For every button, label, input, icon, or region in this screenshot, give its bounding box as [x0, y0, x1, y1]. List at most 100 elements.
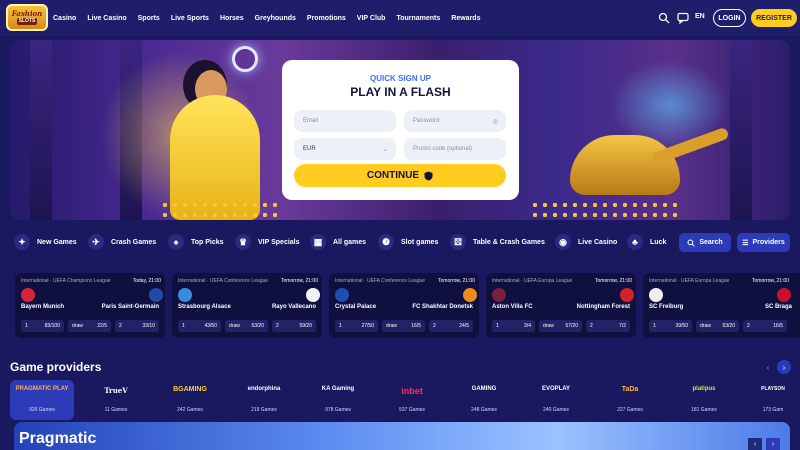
currency-select[interactable]: EUR ⌄ — [294, 138, 396, 160]
category-all-games[interactable]: ▦ All games — [310, 231, 366, 253]
away-team-crest — [463, 288, 477, 302]
email-field[interactable]: Email — [294, 110, 396, 132]
home-team: Crystal Palace — [335, 304, 377, 310]
odds-home[interactable]: 1 39/50 — [649, 320, 692, 332]
odds-away[interactable]: 2 59/20 — [272, 320, 316, 332]
nav-promotions[interactable]: Promotions — [307, 15, 346, 22]
providers-section-title: Game providers — [10, 360, 102, 374]
site-logo[interactable]: Fashion SLOTS — [6, 4, 48, 31]
continue-button[interactable]: CONTINUE — [294, 164, 506, 187]
nav-vip-club[interactable]: VIP Club — [357, 15, 386, 22]
match-card[interactable]: International · UEFA Europa League Tomorr… — [486, 273, 636, 338]
away-team-crest — [149, 288, 163, 302]
away-team: Rayo Vallecano — [271, 304, 316, 310]
category-new-games[interactable]: ✦ New Games — [14, 231, 77, 253]
category-table-crash-games[interactable]: ⚄ Table & Crash Games — [450, 231, 545, 253]
signup-title: PLAY IN A FLASH — [350, 85, 451, 99]
away-team-crest — [306, 288, 320, 302]
provider-tile-inbet[interactable]: inbet 537 Games — [380, 380, 444, 420]
match-card[interactable]: International · UEFA Conference League To… — [329, 273, 479, 338]
home-team-crest — [649, 288, 663, 302]
odds-away[interactable]: 2 33/10 — [115, 320, 159, 332]
rocket-icon: ✈ — [88, 234, 104, 250]
palace-pillar — [30, 40, 52, 220]
providers-button[interactable]: ☰ Providers — [737, 233, 790, 252]
shield-icon — [424, 171, 433, 180]
category-crash-games[interactable]: ✈ Crash Games — [88, 231, 156, 253]
match-card[interactable]: International · UEFA Conference League To… — [172, 273, 322, 338]
search-icon — [687, 239, 695, 247]
home-team-crest — [335, 288, 349, 302]
provider-tile-truev[interactable]: TrueV 11 Games — [84, 380, 148, 420]
nav-sports[interactable]: Sports — [138, 15, 160, 22]
away-team: Paris Saint-Germain — [101, 304, 159, 310]
match-card[interactable]: International · UEFA Europa League Tomorr… — [643, 273, 800, 338]
list-icon: ☰ — [742, 239, 749, 247]
odds-away[interactable]: 2 16/5 — [743, 320, 787, 332]
provider-tile-playson[interactable]: PLAYSON 173 Gam — [746, 380, 800, 420]
odds-draw[interactable]: draw 53/20 — [225, 320, 268, 332]
provider-banner-title: Pragmatic — [19, 430, 97, 447]
password-field[interactable]: Password ◎ — [404, 110, 506, 132]
chevron-left-icon[interactable]: ‹ — [761, 360, 775, 374]
provider-tile-endorphina[interactable]: endorphina 219 Games — [232, 380, 296, 420]
away-team: Nottingham Forest — [576, 304, 630, 310]
home-team-crest — [178, 288, 192, 302]
category-top-picks[interactable]: ♠ Top Picks — [168, 231, 224, 253]
provider-tile-evoplay[interactable]: EVOPLAY 240 Games — [524, 380, 588, 420]
odds-draw[interactable]: draw 22/5 — [68, 320, 111, 332]
provider-tile-pragmatic[interactable]: PRAGMATIC PLAY 926 Games — [10, 380, 74, 420]
provider-tile-ka-gaming[interactable]: KA Gaming 978 Games — [306, 380, 370, 420]
odds-home[interactable]: 1 27/50 — [335, 320, 378, 332]
category-luck[interactable]: ♣ Luck — [627, 231, 666, 253]
odds-draw[interactable]: draw 53/20 — [696, 320, 739, 332]
odds-draw[interactable]: draw 57/20 — [539, 320, 582, 332]
banner-next-icon[interactable]: › — [766, 438, 780, 450]
away-team-crest — [620, 288, 634, 302]
away-team-crest — [777, 288, 791, 302]
category-vip-specials[interactable]: ♛ VIP Specials — [235, 231, 300, 253]
nav-rewards[interactable]: Rewards — [451, 15, 480, 22]
search-button[interactable]: Search — [679, 233, 731, 252]
palace-pillar — [730, 40, 752, 220]
chevron-right-icon[interactable]: › — [777, 360, 791, 374]
nav-tournaments[interactable]: Tournaments — [396, 15, 440, 22]
category-slot-games[interactable]: ❼ Slot games — [378, 231, 438, 253]
moon-illustration — [232, 46, 258, 72]
register-button[interactable]: REGISTER — [751, 9, 797, 27]
odds-home[interactable]: 1 43/50 — [178, 320, 221, 332]
odds-away[interactable]: 2 24/5 — [429, 320, 473, 332]
odds-home[interactable]: 1 3/4 — [492, 320, 535, 332]
crown-icon: ♛ — [235, 234, 251, 250]
promo-code-field[interactable]: Promo code (optional) — [404, 138, 506, 160]
match-card[interactable]: International · UEFA Champions League Tod… — [15, 273, 165, 338]
provider-tile-tada[interactable]: TaDa 227 Games — [598, 380, 662, 420]
home-team: Strasbourg Alsace — [178, 304, 231, 310]
odds-draw[interactable]: draw 16/5 — [382, 320, 425, 332]
home-team-crest — [492, 288, 506, 302]
nav-casino[interactable]: Casino — [53, 15, 76, 22]
provider-tile-gaming[interactable]: GAMING 248 Games — [452, 380, 516, 420]
continue-label: CONTINUE — [366, 170, 420, 181]
search-icon[interactable] — [658, 12, 670, 24]
language-selector[interactable]: EN — [695, 13, 705, 20]
nav-horses[interactable]: Horses — [220, 15, 244, 22]
category-live-casino[interactable]: ◉ Live Casino — [555, 231, 617, 253]
gold-coins — [160, 200, 280, 220]
nav-greyhounds[interactable]: Greyhounds — [255, 15, 296, 22]
password-placeholder: Password — [413, 118, 440, 124]
show-password-icon[interactable]: ◎ — [493, 118, 498, 125]
top-header: Fashion SLOTS Casino Live Casino Sports … — [0, 0, 800, 36]
away-team: FC Shakhtar Donetsk — [412, 304, 473, 310]
provider-tile-bgaming[interactable]: BGAMING 242 Games — [158, 380, 222, 420]
slot-icon: ❼ — [378, 234, 394, 250]
provider-tile-platipus[interactable]: platipus 181 Games — [672, 380, 736, 420]
odds-home[interactable]: 1 83/100 — [21, 320, 64, 332]
odds-away[interactable]: 2 7/2 — [586, 320, 630, 332]
banner-prev-icon[interactable]: ‹ — [748, 438, 762, 450]
login-button[interactable]: LOGIN — [713, 9, 746, 27]
signup-form: QUICK SIGN UP PLAY IN A FLASH Email Pass… — [282, 60, 519, 200]
nav-live-casino[interactable]: Live Casino — [87, 15, 126, 22]
nav-live-sports[interactable]: Live Sports — [171, 15, 209, 22]
chat-icon[interactable] — [677, 12, 689, 24]
